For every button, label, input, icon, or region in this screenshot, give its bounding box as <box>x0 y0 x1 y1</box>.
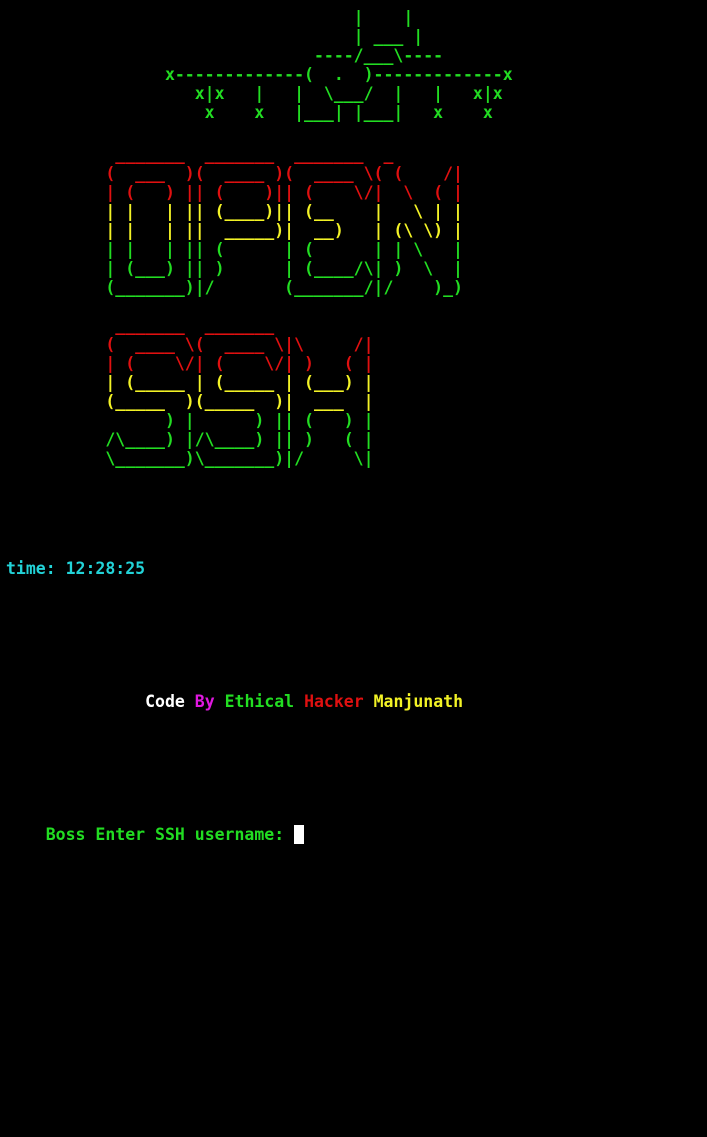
ascii-open-line: ( ___ )( ____ )( ____ \( ( /| <box>6 164 463 183</box>
ascii-ssh-title: _______ _______ ( ____ \( ____ \|\ /| | … <box>6 316 374 468</box>
ascii-logo-line: | ___ | <box>6 27 424 46</box>
credit-word-hacker: Hacker <box>304 692 374 711</box>
ascii-ssh-line: ( ____ \( ____ \|\ /| <box>6 335 374 354</box>
ascii-open-line: | | | || ( | ( | | \ | <box>6 240 463 259</box>
credit-word-ethical: Ethical <box>224 692 305 711</box>
ascii-logo-line: ----/___\---- <box>6 46 444 65</box>
ascii-logo-line: x x |___| |___| x x <box>6 103 493 122</box>
terminal-window[interactable]: | | | ___ | ----/___\---- x-------------… <box>0 0 707 1137</box>
ascii-open-line: | | | || (____)|| (__ | \ | | <box>6 202 463 221</box>
credit-line: Code By Ethical Hacker Manjunath <box>6 673 463 730</box>
username-prompt[interactable]: Boss Enter SSH username: <box>6 806 305 863</box>
ascii-open-line: _______ _______ _______ _ <box>6 145 394 164</box>
ascii-ssh-line: | (_____ | (_____ | (___) | <box>6 373 374 392</box>
ascii-open-title: _______ _______ _______ _ ( ___ )( ____ … <box>6 145 463 297</box>
ascii-ssh-line: \_______)\_______)|/ \| <box>6 449 374 468</box>
time-readout: time: 12:28:25 <box>6 559 146 578</box>
prompt-label: Boss Enter SSH username: <box>45 825 295 844</box>
ascii-open-line: | ( ) || ( )|| ( \/| \ ( | <box>6 183 463 202</box>
ascii-open-line: (_______)|/ (_______/|/ )_) <box>6 278 463 297</box>
ascii-logo-line: x|x | | \___/ | | x|x <box>6 84 503 103</box>
ascii-ssh-line: /\____) |/\____) || ) ( | <box>6 430 374 449</box>
ascii-ssh-line: _______ _______ <box>6 316 275 335</box>
ascii-logo-line: | | <box>6 8 414 27</box>
ascii-open-line: | (___) || ) | (____/\| ) \ | <box>6 259 463 278</box>
text-cursor <box>294 825 305 844</box>
ascii-open-line: | | | || _____)| __) | (\ \) | <box>6 221 463 240</box>
ascii-logo: | | | ___ | ----/___\---- x-------------… <box>6 8 513 122</box>
credit-indent <box>46 692 145 711</box>
credit-word-by: By <box>194 692 225 711</box>
ascii-ssh-line: (_____ )(_____ )| ___ | <box>6 392 374 411</box>
ascii-ssh-line: | ( \/| ( \/| ) ( | <box>6 354 374 373</box>
credit-word-code: Code <box>145 692 195 711</box>
credit-word-manjunath: Manjunath <box>373 692 464 711</box>
ascii-logo-line: x-------------( . )-------------x <box>6 65 513 84</box>
ascii-ssh-line: ) | ) || ( ) | <box>6 411 374 430</box>
